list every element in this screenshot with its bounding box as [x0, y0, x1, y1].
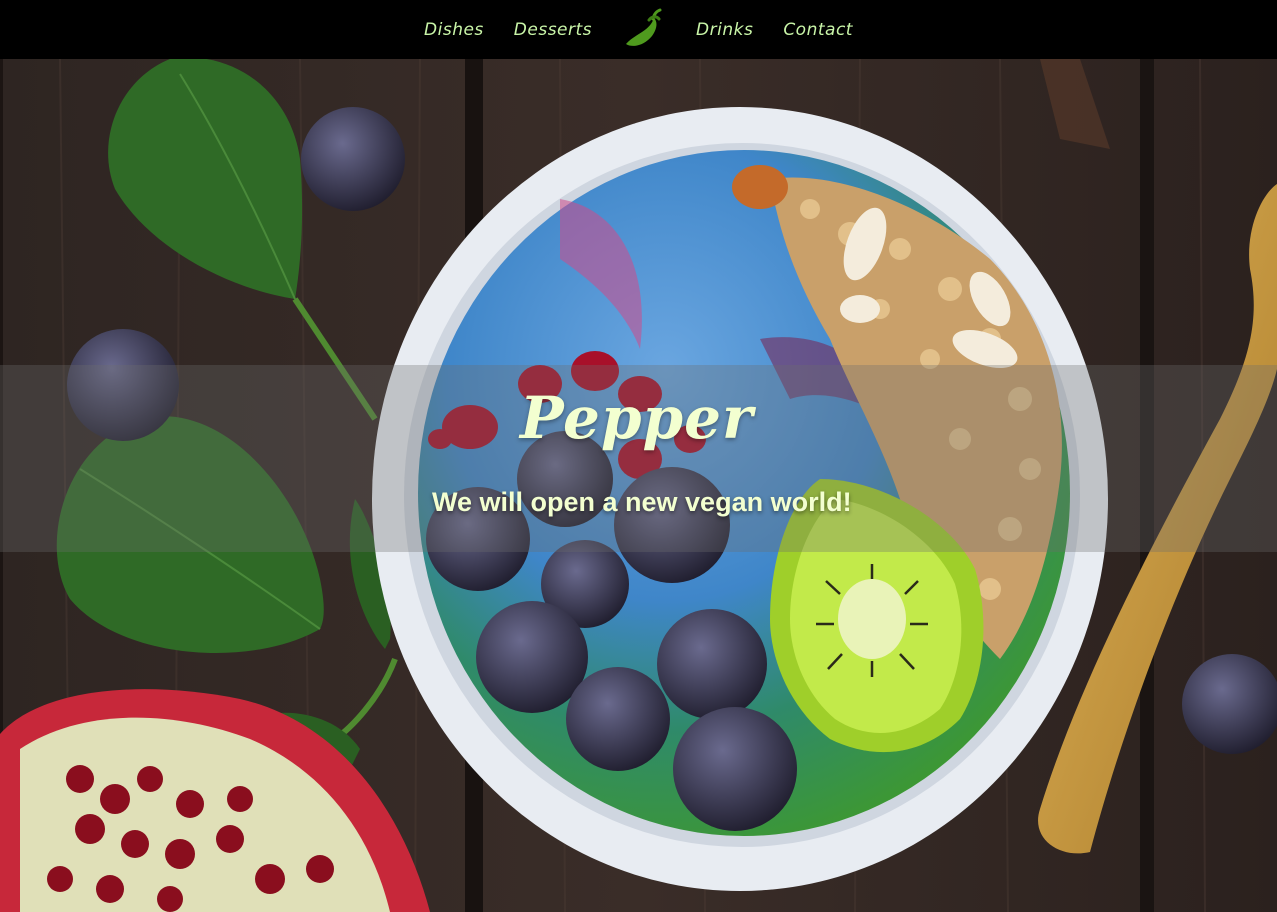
nav-link-contact[interactable]: Contact	[783, 20, 853, 40]
page: Dishes Desserts Drinks Contact Pepper We…	[0, 0, 1277, 912]
nav-link-desserts[interactable]: Desserts	[514, 20, 592, 40]
nav-link-dishes[interactable]: Dishes	[424, 20, 484, 40]
hero-subtitle: We will open a new vegan world!	[432, 487, 852, 517]
top-navbar: Dishes Desserts Drinks Contact	[0, 0, 1277, 59]
hero-title: Pepper	[520, 384, 754, 452]
hero-section: Pepper We will open a new vegan world!	[0, 59, 1277, 912]
chili-pepper-icon[interactable]	[622, 8, 666, 52]
nav-link-drinks[interactable]: Drinks	[696, 20, 753, 40]
